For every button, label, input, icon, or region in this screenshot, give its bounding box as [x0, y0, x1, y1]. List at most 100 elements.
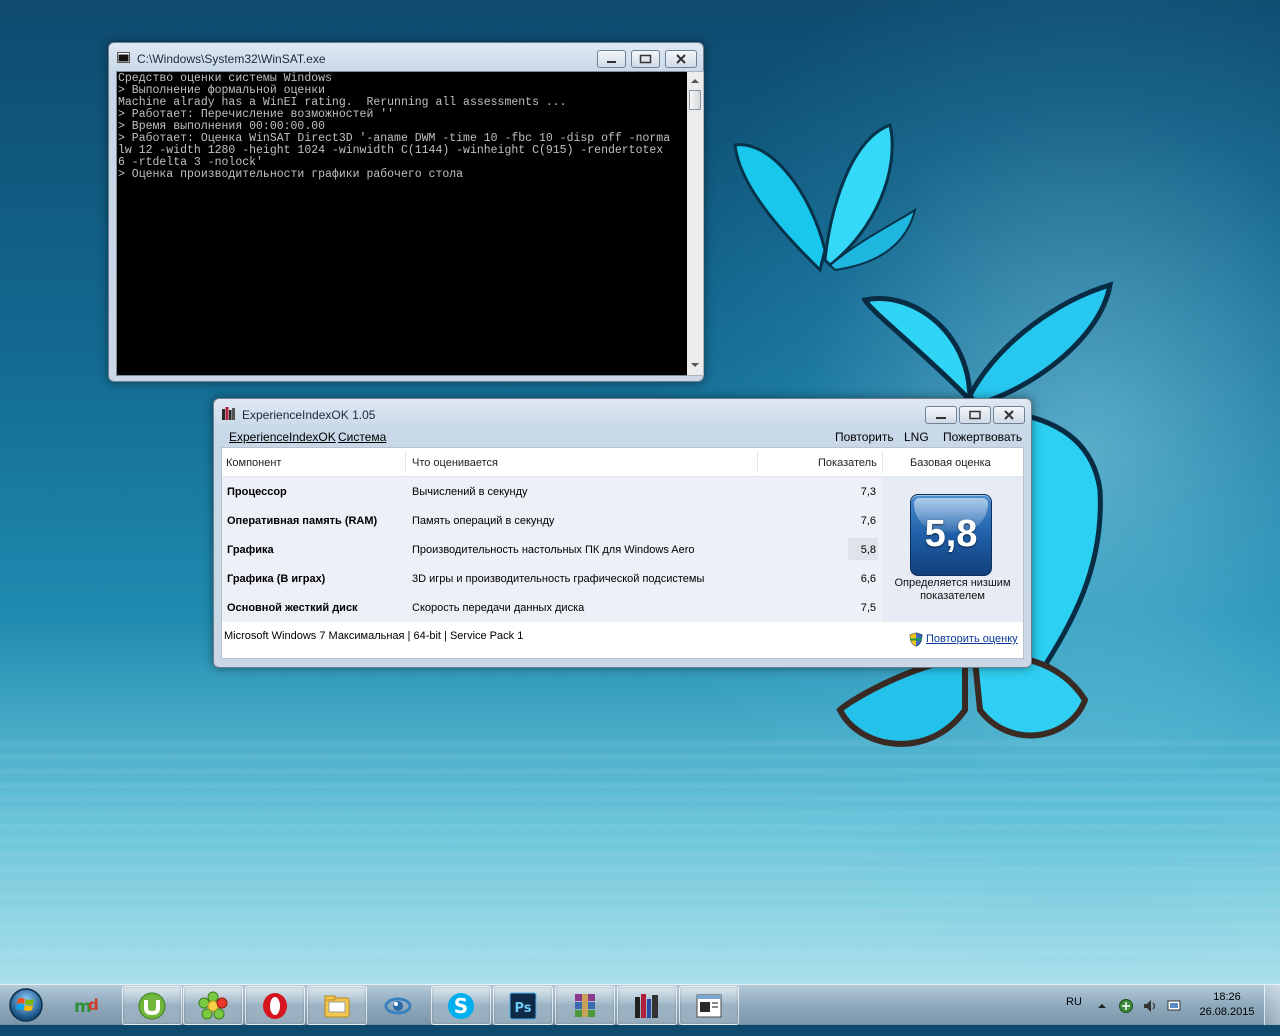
taskbar-cmd[interactable] [369, 986, 427, 1023]
column-separator [882, 451, 883, 473]
menu-lng[interactable]: LNG [904, 430, 929, 444]
base-score-panel: 5,8 Определяется низшим показателем [882, 477, 1023, 622]
component-description: Память операций в секунду [412, 515, 555, 527]
os-info: Microsoft Windows 7 Максимальная | 64-bi… [224, 630, 524, 642]
taskbar-skype[interactable]: S [431, 986, 491, 1025]
language-indicator[interactable]: RU [1066, 996, 1082, 1036]
svg-text:d: d [88, 996, 99, 1014]
component-description: Вычислений в секунду [412, 486, 528, 498]
experienceindexok-icon [635, 994, 658, 1018]
svg-text:S: S [454, 994, 468, 1018]
scroll-thumb[interactable] [689, 90, 701, 110]
base-score-value: 5,8 [924, 513, 978, 555]
window-title: C:\Windows\System32\WinSAT.exe [137, 52, 326, 66]
table-row: Графика Производительность настольных ПК… [222, 535, 882, 564]
menu-experienceindexok[interactable]: ExperienceIndexOK [229, 430, 336, 444]
minimize-button[interactable] [925, 406, 957, 424]
menu-bar: ExperienceIndexOK Система Повторить LNG … [221, 425, 1024, 447]
score-rows: Процессор Вычислений в секунду 7,3 Опера… [222, 477, 882, 622]
component-description: Производительность настольных ПК для Win… [412, 544, 695, 556]
menu-system[interactable]: Система [338, 430, 386, 444]
svg-text:Ps: Ps [514, 1001, 531, 1016]
close-button[interactable] [665, 50, 697, 68]
taskbar-mydefrag[interactable]: md [59, 986, 117, 1023]
component-description: Скорость передачи данных диска [412, 602, 585, 614]
winrar-icon [575, 994, 595, 1017]
app-books-icon [222, 407, 235, 420]
winsat-console-window[interactable]: C:\Windows\System32\WinSAT.exe Средство … [108, 42, 704, 382]
show-desktop-button[interactable] [1264, 985, 1280, 1025]
close-button[interactable] [993, 406, 1025, 424]
action-center-tray-icon[interactable] [1166, 998, 1182, 1014]
opera-icon [263, 993, 287, 1019]
component-score: 6,6 [860, 573, 876, 585]
component-score: 7,5 [860, 602, 876, 614]
taskbar-icq[interactable] [183, 986, 243, 1025]
taskbar-photoshop[interactable]: Ps [493, 986, 553, 1025]
mydefrag-icon: md [74, 996, 99, 1017]
utorrent-icon [138, 992, 166, 1020]
component-score: 5,8 [860, 544, 876, 556]
console-scrollbar[interactable] [687, 71, 704, 376]
component-name: Графика [227, 544, 274, 556]
component-name: Процессор [227, 486, 287, 498]
photoshop-icon: Ps [509, 992, 537, 1020]
clock-time: 18:26 [1213, 991, 1241, 1003]
component-score: 7,6 [860, 515, 876, 527]
scroll-down-icon[interactable] [687, 358, 703, 372]
maximize-button[interactable] [959, 406, 991, 424]
butterfly-small-icon [733, 122, 917, 273]
volume-tray-icon[interactable] [1142, 998, 1158, 1014]
skype-icon: S [448, 993, 474, 1019]
network-tray-icon[interactable] [1118, 998, 1134, 1014]
show-hidden-icons-icon[interactable] [1097, 1001, 1107, 1011]
status-footer: Microsoft Windows 7 Максимальная | 64-bi… [222, 622, 1023, 658]
minimize-button[interactable] [597, 50, 626, 68]
table-row: Процессор Вычислений в секунду 7,3 [222, 477, 882, 506]
table-header: Компонент Что оценивается Показатель Баз… [222, 448, 1023, 477]
windows-orb-icon [9, 988, 43, 1022]
column-separator [405, 451, 406, 473]
column-header-what[interactable]: Что оценивается [412, 457, 498, 469]
taskbar-winrar[interactable] [555, 986, 615, 1025]
menu-donate[interactable]: Пожертвовать [943, 430, 1022, 444]
column-separator [757, 451, 758, 473]
taskbar-experienceindexok[interactable] [617, 986, 677, 1025]
component-name: Графика (В играх) [227, 573, 326, 585]
table-row: Графика (В играх) 3D игры и производител… [222, 564, 882, 593]
menu-repeat[interactable]: Повторить [835, 430, 894, 444]
rerun-assessment-link[interactable]: Повторить оценку [926, 633, 1018, 645]
base-score-caption: Определяется низшим показателем [894, 577, 1011, 602]
scroll-up-icon[interactable] [687, 74, 703, 88]
component-description: 3D игры и производительность графической… [412, 573, 705, 585]
window-title: ExperienceIndexOK 1.05 [242, 408, 376, 422]
experienceindexok-window[interactable]: ExperienceIndexOK 1.05 ExperienceIndexOK… [213, 398, 1032, 668]
taskbar: md S Ps RU 18:26 26.08.2015 [0, 984, 1280, 1025]
explorer-folder-icon [324, 995, 350, 1018]
maximize-button[interactable] [631, 50, 660, 68]
console-text: Средство оценки системы Windows > Выполн… [117, 72, 688, 181]
taskbar-opera[interactable] [245, 986, 305, 1025]
shield-icon [909, 632, 923, 647]
taskbar-winsat-console[interactable] [679, 986, 739, 1025]
component-score: 7,3 [860, 486, 876, 498]
column-header-component[interactable]: Компонент [226, 457, 281, 469]
column-header-base[interactable]: Базовая оценка [910, 457, 991, 469]
title-bar[interactable]: C:\Windows\System32\WinSAT.exe [109, 43, 703, 71]
start-button[interactable] [3, 987, 49, 1023]
clock-date: 26.08.2015 [1199, 1006, 1255, 1018]
taskbar-explorer[interactable] [307, 986, 367, 1025]
console-output[interactable]: Средство оценки системы Windows > Выполн… [116, 71, 689, 376]
icq-icon [198, 991, 228, 1020]
column-header-score[interactable]: Показатель [818, 457, 877, 469]
component-name: Основной жесткий диск [227, 602, 358, 614]
console-icon [117, 52, 130, 63]
title-bar[interactable]: ExperienceIndexOK 1.05 [214, 399, 1031, 427]
table-row: Основной жесткий диск Скорость передачи … [222, 593, 882, 622]
taskbar-utorrent[interactable] [122, 986, 182, 1025]
score-table: Компонент Что оценивается Показатель Баз… [221, 447, 1024, 659]
component-name: Оперативная память (RAM) [227, 515, 378, 527]
base-score-badge: 5,8 [910, 494, 992, 576]
clock[interactable]: 18:26 26.08.2015 [1192, 990, 1262, 1020]
wallpaper-water-reflection [0, 740, 1280, 990]
